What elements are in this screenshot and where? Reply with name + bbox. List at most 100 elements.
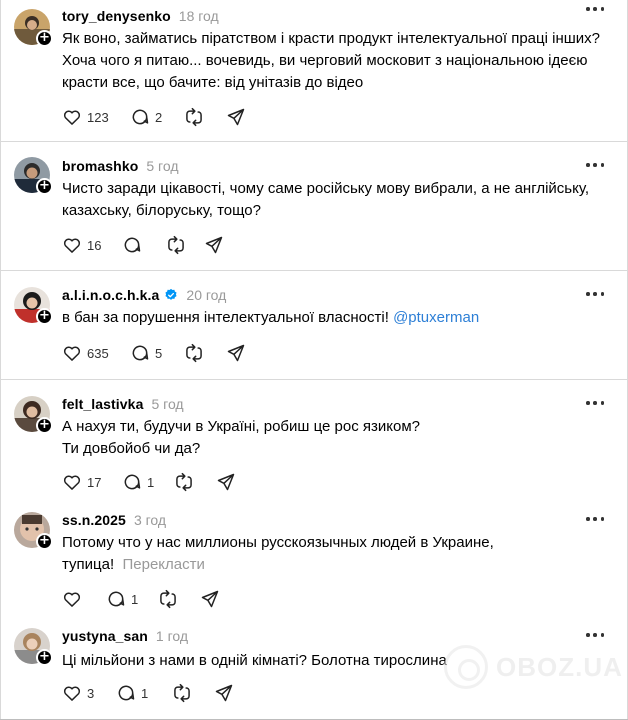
avatar-button[interactable]: +	[14, 287, 53, 325]
share-button[interactable]	[200, 588, 230, 610]
reply-button[interactable]: 1	[122, 471, 174, 493]
watermark: OBOZ.UA	[444, 645, 623, 689]
thread-post: + tory_denysenko 18 год Як воно, займати…	[0, 0, 628, 142]
comment-bubble-icon	[132, 109, 149, 125]
send-icon	[201, 590, 219, 608]
avatar-button[interactable]: +	[14, 9, 53, 47]
send-icon	[215, 684, 233, 702]
post-time[interactable]: 20 год	[186, 287, 226, 303]
more-dots-icon[interactable]	[586, 516, 604, 522]
post-text-line: казахську, білоруську, тощо?	[62, 202, 261, 219]
avatar-button[interactable]: +	[14, 512, 53, 550]
post-time[interactable]: 3 год	[134, 512, 166, 528]
like-count: 3	[87, 685, 95, 701]
translate-link[interactable]: Перекласти	[123, 556, 205, 573]
more-dots-icon[interactable]	[586, 162, 604, 168]
heart-icon	[63, 346, 81, 361]
thread-post: + bromashko 5 год Чисто заради цікавості…	[0, 142, 628, 271]
repost-button[interactable]	[174, 471, 216, 493]
mention-link[interactable]: @ptuxerman	[393, 309, 479, 326]
follow-plus-icon[interactable]: +	[36, 178, 53, 195]
post-text-line: А нахуя ти, будучи в Україні, робиш це р…	[62, 418, 420, 435]
post-actions: 17 1	[62, 471, 246, 493]
like-button[interactable]: 3	[62, 682, 116, 704]
comment-bubble-icon	[118, 685, 135, 701]
reply-count: 5	[155, 345, 163, 361]
repost-button[interactable]	[184, 106, 226, 128]
post-text-line: Ти довбойоб чи да?	[62, 440, 201, 457]
watermark-logo-icon	[444, 645, 488, 689]
more-dots-icon[interactable]	[586, 6, 604, 12]
repost-button[interactable]	[166, 234, 204, 256]
repost-button[interactable]	[158, 588, 200, 610]
like-button[interactable]: 16	[62, 234, 122, 256]
post-time[interactable]: 5 год	[151, 396, 183, 412]
follow-plus-icon[interactable]: +	[36, 417, 53, 434]
like-count: 17	[87, 474, 102, 490]
like-count: 123	[87, 109, 109, 125]
follow-plus-icon[interactable]: +	[36, 649, 53, 666]
more-dots-icon[interactable]	[586, 291, 604, 297]
thread-post: + felt_lastivka 5 год А нахуя ти, будучи…	[0, 380, 628, 498]
post-actions: 635 5	[62, 342, 256, 364]
username[interactable]: felt_lastivka	[62, 396, 143, 412]
share-button[interactable]	[226, 342, 256, 364]
share-button[interactable]	[216, 471, 246, 493]
post-text-line: Чисто заради цікавості, чому саме російс…	[62, 180, 590, 197]
username[interactable]: bromashko	[62, 158, 138, 174]
post-actions: 1	[62, 588, 230, 610]
thread-post: + a.l.i.n.o.c.h.k.a 20 год в бан за пору…	[0, 271, 628, 380]
username[interactable]: ss.n.2025	[62, 512, 126, 528]
avatar-button[interactable]: +	[14, 396, 53, 434]
share-button[interactable]	[226, 106, 256, 128]
reply-button[interactable]: 1	[106, 588, 158, 610]
more-dots-icon[interactable]	[586, 632, 604, 638]
repost-icon	[186, 343, 202, 363]
send-icon	[227, 344, 245, 362]
post-actions: 16	[62, 234, 234, 256]
post-text: Потому что у нас миллионы русскоязычных …	[62, 532, 607, 576]
avatar-button[interactable]: +	[14, 157, 53, 195]
like-button[interactable]	[62, 588, 106, 610]
comment-bubble-icon	[132, 345, 149, 361]
repost-button[interactable]	[172, 682, 214, 704]
like-button[interactable]: 123	[62, 106, 130, 128]
reply-button[interactable]: 1	[116, 682, 172, 704]
heart-icon	[63, 238, 81, 253]
reply-button[interactable]: 5	[130, 342, 184, 364]
comment-bubble-icon	[124, 474, 141, 490]
post-time[interactable]: 1 год	[156, 628, 188, 644]
share-button[interactable]	[214, 682, 244, 704]
heart-icon	[63, 110, 81, 125]
watermark-text: OBOZ.UA	[496, 651, 623, 682]
repost-icon	[160, 589, 176, 609]
follow-plus-icon[interactable]: +	[36, 533, 53, 550]
post-text: в бан за порушення інтелектуальної власн…	[62, 307, 607, 329]
post-text-line: Хоча чого я питаю... вочевидь, ви чергов…	[62, 52, 588, 69]
post-text-line: в бан за порушення інтелектуальної власн…	[62, 309, 394, 326]
comment-bubble-icon	[124, 237, 141, 253]
username[interactable]: a.l.i.n.o.c.h.k.a	[62, 287, 159, 303]
like-button[interactable]: 17	[62, 471, 122, 493]
reply-count: 2	[155, 109, 163, 125]
post-actions: 3 1	[62, 682, 244, 704]
post-time[interactable]: 5 год	[146, 158, 178, 174]
more-dots-icon[interactable]	[586, 400, 604, 406]
reply-count: 1	[141, 685, 149, 701]
repost-icon	[176, 472, 192, 492]
repost-button[interactable]	[184, 342, 226, 364]
reply-button[interactable]: 2	[130, 106, 184, 128]
follow-plus-icon[interactable]: +	[36, 30, 53, 47]
share-button[interactable]	[204, 234, 234, 256]
like-button[interactable]: 635	[62, 342, 130, 364]
username[interactable]: tory_denysenko	[62, 8, 171, 24]
username[interactable]: yustyna_san	[62, 628, 148, 644]
comment-bubble-icon	[108, 591, 125, 607]
post-text: Як воно, займатись піратством і красти п…	[62, 28, 607, 94]
reply-button[interactable]	[122, 234, 166, 256]
post-text: Чисто заради цікавості, чому саме російс…	[62, 178, 607, 222]
avatar-button[interactable]: +	[14, 628, 53, 666]
repost-icon	[186, 107, 202, 127]
follow-plus-icon[interactable]: +	[36, 308, 53, 325]
post-time[interactable]: 18 год	[179, 8, 219, 24]
